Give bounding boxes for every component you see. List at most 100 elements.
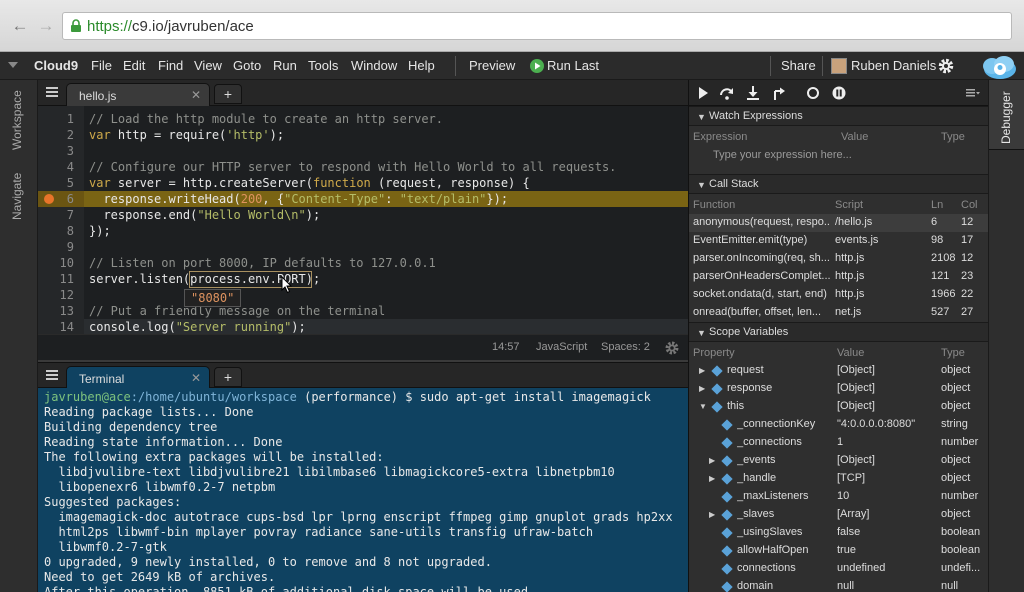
call-stack-cell: 22 bbox=[961, 288, 974, 300]
menu-window[interactable]: Window bbox=[351, 58, 397, 73]
line-number[interactable]: 5 bbox=[38, 175, 74, 191]
debugger-tab[interactable]: Debugger bbox=[989, 80, 1024, 150]
menu-edit[interactable]: Edit bbox=[123, 58, 145, 73]
code-editor[interactable]: 1 // Load the http module to create an ht… bbox=[38, 106, 688, 334]
scope-variables-header[interactable]: ▼ Scope Variables bbox=[689, 322, 989, 342]
call-stack-row[interactable]: parserOnHeadersComplet... http.js 121 23 bbox=[689, 268, 989, 286]
scope-variable-row[interactable]: ▶ response [Object] object bbox=[689, 380, 989, 398]
line-number[interactable]: 12 bbox=[38, 287, 74, 303]
line-number[interactable]: 3 bbox=[38, 143, 74, 159]
menu-goto[interactable]: Goto bbox=[233, 58, 261, 73]
expanded-arrow-icon[interactable]: ▼ bbox=[699, 402, 707, 411]
line-number[interactable]: 14 bbox=[38, 319, 74, 334]
gear-icon[interactable] bbox=[664, 340, 680, 356]
step-out-icon[interactable] bbox=[771, 85, 787, 101]
scope-variable-row[interactable]: ▶ _slaves [Array] object bbox=[689, 506, 989, 524]
panel-menu-icon[interactable] bbox=[46, 370, 58, 380]
call-stack-row[interactable]: parser.onIncoming(req, sh... http.js 2108 1… bbox=[689, 250, 989, 268]
scope-variable-row[interactable]: ▶ _events [Object] object bbox=[689, 452, 989, 470]
scope-variable-row[interactable]: _usingSlaves false boolean bbox=[689, 524, 989, 542]
menu-collapse-icon[interactable] bbox=[8, 62, 18, 68]
call-stack-cell: net.js bbox=[835, 306, 862, 318]
line-number[interactable]: 9 bbox=[38, 239, 74, 255]
gear-icon[interactable] bbox=[937, 57, 955, 75]
back-arrow-icon[interactable]: ← bbox=[10, 16, 30, 36]
menu-view[interactable]: View bbox=[194, 58, 222, 73]
code-line: // Configure our HTTP server to respond … bbox=[89, 160, 617, 174]
scope-variable-row[interactable]: _connections 1 number bbox=[689, 434, 989, 452]
call-stack-row[interactable]: onread(buffer, offset, len... net.js 527 27 bbox=[689, 304, 989, 322]
debugger-panel: ▼ Watch Expressions Expression Value Typ… bbox=[688, 80, 989, 592]
line-number[interactable]: 2 bbox=[38, 127, 74, 143]
avatar[interactable] bbox=[831, 58, 847, 74]
close-icon[interactable]: ✕ bbox=[191, 371, 201, 385]
scope-variable-row[interactable]: ▶ request [Object] object bbox=[689, 362, 989, 380]
scope-variable-row[interactable]: connections undefined undefi... bbox=[689, 560, 989, 578]
deactivate-breakpoints-icon[interactable] bbox=[805, 85, 821, 101]
call-stack-row[interactable]: anonymous(request, respo... /hello.js 6 12 bbox=[689, 214, 989, 232]
terminal-line: Reading package lists... Done bbox=[44, 405, 254, 419]
watch-expressions-header[interactable]: ▼ Watch Expressions bbox=[689, 106, 989, 126]
line-number[interactable]: 13 bbox=[38, 303, 74, 319]
scope-value: true bbox=[837, 544, 856, 556]
scope-variable-row[interactable]: _maxListeners 10 number bbox=[689, 488, 989, 506]
panel-options-icon[interactable] bbox=[965, 85, 981, 101]
expand-arrow-icon[interactable]: ▶ bbox=[709, 510, 715, 519]
forward-arrow-icon[interactable]: → bbox=[36, 16, 56, 36]
call-stack-cell: http.js bbox=[835, 270, 865, 282]
address-bar[interactable]: https://c9.io/javruben/ace bbox=[62, 12, 1012, 40]
expand-arrow-icon[interactable]: ▶ bbox=[709, 456, 715, 465]
watch-expression-input[interactable]: Type your expression here... bbox=[713, 149, 852, 161]
menu-file[interactable]: File bbox=[91, 58, 112, 73]
code-line: response.end("Hello World\n"); bbox=[89, 208, 321, 222]
menu-bar: Cloud9 File Edit Find View Goto Run Tool… bbox=[0, 52, 1024, 80]
new-tab-button[interactable]: + bbox=[214, 84, 242, 104]
scope-variable-row[interactable]: domain null null bbox=[689, 578, 989, 592]
resume-icon[interactable] bbox=[695, 85, 711, 101]
line-number[interactable]: 1 bbox=[38, 111, 74, 127]
new-tab-button[interactable]: + bbox=[214, 367, 242, 387]
syntax-mode[interactable]: JavaScript bbox=[536, 341, 587, 353]
call-stack-cell: parserOnHeadersComplet... bbox=[693, 270, 831, 282]
menu-run[interactable]: Run bbox=[273, 58, 297, 73]
line-number[interactable]: 4 bbox=[38, 159, 74, 175]
menu-tools[interactable]: Tools bbox=[308, 58, 338, 73]
step-over-icon[interactable] bbox=[719, 85, 735, 101]
pause-on-exceptions-icon[interactable] bbox=[831, 85, 847, 101]
line-number[interactable]: 11 bbox=[38, 271, 74, 287]
indent-setting[interactable]: Spaces: 2 bbox=[601, 341, 650, 353]
line-number[interactable]: 6 bbox=[38, 191, 74, 207]
editor-tab-bar: hello.js ✕ + bbox=[38, 80, 688, 106]
run-last-button[interactable]: Run Last bbox=[547, 58, 599, 73]
menu-find[interactable]: Find bbox=[158, 58, 183, 73]
scope-variable-row[interactable]: ▼ this [Object] object bbox=[689, 398, 989, 416]
terminal-output[interactable]: javruben@ace:/home/ubuntu/workspace (per… bbox=[38, 388, 688, 592]
scope-variable-row[interactable]: allowHalfOpen true boolean bbox=[689, 542, 989, 560]
call-stack-row[interactable]: EventEmitter.emit(type) events.js 98 17 bbox=[689, 232, 989, 250]
step-into-icon[interactable] bbox=[745, 85, 761, 101]
tab-hello-js[interactable]: hello.js ✕ bbox=[66, 83, 210, 106]
call-stack-cell: 6 bbox=[931, 216, 938, 228]
scope-variable-row[interactable]: _connectionKey "4:0.0.0.0:8080" string bbox=[689, 416, 989, 434]
menu-help[interactable]: Help bbox=[408, 58, 435, 73]
call-stack-header[interactable]: ▼ Call Stack bbox=[689, 174, 989, 194]
scope-name: this bbox=[727, 400, 745, 412]
scope-type: undefi... bbox=[941, 562, 981, 574]
scope-variable-row[interactable]: ▶ _handle [TCP] object bbox=[689, 470, 989, 488]
share-button[interactable]: Share bbox=[781, 58, 816, 73]
navigate-tab[interactable]: Navigate bbox=[10, 173, 24, 220]
run-icon[interactable] bbox=[530, 59, 544, 73]
expand-arrow-icon[interactable]: ▶ bbox=[699, 366, 705, 375]
tab-terminal[interactable]: Terminal ✕ bbox=[66, 366, 210, 389]
line-number[interactable]: 10 bbox=[38, 255, 74, 271]
line-number[interactable]: 7 bbox=[38, 207, 74, 223]
expand-arrow-icon[interactable]: ▶ bbox=[699, 384, 705, 393]
user-name[interactable]: Ruben Daniels bbox=[851, 58, 936, 73]
call-stack-row[interactable]: socket.ondata(d, start, end) http.js 1966 2… bbox=[689, 286, 989, 304]
expand-arrow-icon[interactable]: ▶ bbox=[709, 474, 715, 483]
preview-button[interactable]: Preview bbox=[469, 58, 515, 73]
line-number[interactable]: 8 bbox=[38, 223, 74, 239]
close-icon[interactable]: ✕ bbox=[191, 88, 201, 102]
workspace-tab[interactable]: Workspace bbox=[10, 90, 24, 150]
panel-menu-icon[interactable] bbox=[46, 87, 58, 97]
